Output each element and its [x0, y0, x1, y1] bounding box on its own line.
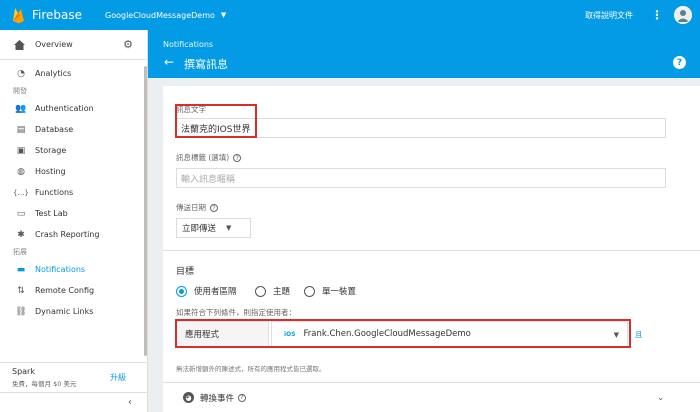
hint-text: 無法新增額外的陳述式，所有的應用程式皆已選取。 — [176, 365, 326, 373]
sidebar-item-label: Database — [35, 125, 74, 134]
sidebar-item-label: Crash Reporting — [35, 230, 100, 239]
and-button[interactable]: 且 — [635, 329, 643, 340]
sidebar-item-crash-reporting[interactable]: ✱ Crash Reporting — [0, 224, 147, 245]
account-icon — [677, 10, 689, 22]
sidebar-item-label: Test Lab — [35, 209, 68, 218]
people-icon: 👥 — [15, 103, 27, 114]
help-icon[interactable]: ? — [673, 56, 686, 69]
radio-label: 使用者區隔 — [194, 287, 237, 297]
target-section-title: 目標 — [176, 267, 195, 277]
test-lab-icon: ▭ — [16, 208, 26, 219]
sidebar-item-overview[interactable]: Overview ⚙ — [0, 30, 147, 60]
message-title-label-text: 訊息標籤 (選填) — [176, 153, 230, 162]
sidebar-item-remote-config[interactable]: ⇅ Remote Config — [0, 280, 147, 301]
divider — [163, 250, 700, 251]
sidebar-item-notifications[interactable]: ▬ Notifications — [0, 259, 147, 280]
conversion-icon: ◕ — [183, 392, 194, 403]
collapse-sidebar-button[interactable]: ‹ — [0, 392, 148, 412]
sidebar-item-storage[interactable]: ▣ Storage — [0, 140, 147, 161]
sidebar: Overview ⚙ ◔ Analytics 開發 👥 Authenticati… — [0, 30, 148, 412]
info-icon[interactable]: ? — [233, 154, 242, 162]
chat-icon: ▬ — [16, 264, 26, 275]
sidebar-item-authentication[interactable]: 👥 Authentication — [0, 98, 147, 119]
chevron-left-icon: ‹ — [128, 397, 132, 408]
sidebar-item-label: Functions — [35, 188, 74, 197]
more-vert-icon[interactable]: ⋮ — [651, 8, 663, 22]
sidebar-item-label: Dynamic Links — [35, 307, 94, 316]
send-date-select[interactable]: 立即傳送 ▼ — [176, 218, 251, 238]
conversion-events-row[interactable]: ◕ 轉換事件 ? ⌄ — [163, 382, 700, 412]
radio-label: 主題 — [273, 287, 291, 297]
radio-topic[interactable]: 主題 — [255, 285, 290, 297]
plan-box: Spark 免費，每個月 $0 美元 升級 — [0, 362, 148, 390]
info-icon[interactable]: ? — [210, 204, 218, 212]
message-title-input[interactable]: 輸入訊息暱稱 — [176, 168, 666, 188]
project-selector[interactable]: GoogleCloudMessageDemo ▼ — [105, 11, 226, 20]
highlight-box-app-condition — [175, 319, 631, 348]
upgrade-button[interactable]: 升級 — [110, 372, 126, 383]
sidebar-item-hosting[interactable]: ◍ Hosting — [0, 161, 147, 182]
sidebar-item-label: Notifications — [35, 265, 86, 274]
sidebar-scrollbar[interactable] — [144, 66, 147, 356]
sidebar-item-label: Analytics — [35, 69, 72, 78]
radio-dot — [176, 285, 187, 297]
project-name: GoogleCloudMessageDemo — [105, 10, 215, 20]
conversion-label: 轉換事件 — [200, 393, 235, 404]
send-date-label-text: 傳送日期 — [176, 203, 206, 212]
caret-down-icon: ▼ — [220, 11, 227, 19]
functions-icon: {…} — [13, 188, 29, 197]
gear-icon[interactable]: ⚙ — [123, 38, 133, 51]
sidebar-item-dynamic-links[interactable]: ⛓ Dynamic Links — [0, 301, 147, 322]
top-app-bar: Firebase GoogleCloudMessageDemo ▼ 取得說明文件… — [0, 0, 700, 30]
send-date-label: 傳送日期? — [176, 202, 218, 213]
sidebar-item-label: Authentication — [35, 104, 94, 113]
link-icon: ⛓ — [15, 306, 27, 317]
globe-icon: ◍ — [17, 166, 25, 177]
condition-label: 如果符合下列條件，則指定使用者： — [176, 308, 296, 317]
sidebar-item-label: Hosting — [35, 167, 66, 176]
brand-name: Firebase — [32, 8, 83, 22]
radio-label: 單一裝置 — [322, 287, 357, 297]
bug-icon: ✱ — [17, 229, 25, 240]
home-icon — [14, 39, 25, 50]
firebase-flame-icon — [13, 8, 24, 24]
page-header: Notifications ← 撰寫訊息 ? — [148, 30, 700, 78]
sidebar-item-functions[interactable]: {…} Functions — [0, 182, 147, 203]
radio-dot — [255, 285, 266, 297]
help-docs-link[interactable]: 取得說明文件 — [585, 10, 633, 21]
radio-user-segment[interactable]: 使用者區隔 — [176, 285, 237, 297]
sidebar-item-analytics[interactable]: ◔ Analytics — [0, 63, 147, 84]
sidebar-item-database[interactable]: ▤ Database — [0, 119, 147, 140]
caret-down-icon: ▼ — [226, 224, 232, 232]
database-icon: ▤ — [16, 124, 26, 135]
radio-dot — [304, 285, 315, 297]
page-title: 撰寫訊息 — [184, 58, 228, 71]
avatar[interactable] — [674, 6, 692, 24]
sidebar-item-label: Remote Config — [35, 286, 95, 295]
section-label-grow: 拓展 — [13, 248, 27, 256]
photo-icon: ▣ — [16, 145, 26, 156]
chevron-down-icon: ⌄ — [657, 393, 664, 402]
send-date-value: 立即傳送 — [182, 224, 217, 234]
radio-single-device[interactable]: 單一裝置 — [304, 285, 356, 297]
sidebar-item-label: Overview — [35, 40, 73, 49]
info-icon[interactable]: ? — [238, 393, 247, 402]
breadcrumb[interactable]: Notifications — [163, 40, 213, 49]
message-title-label: 訊息標籤 (選填)? — [176, 152, 242, 163]
sidebar-item-label: Storage — [35, 146, 67, 155]
section-label-develop: 開發 — [13, 87, 27, 95]
sidebar-item-test-lab[interactable]: ▭ Test Lab — [0, 203, 147, 224]
arrow-back-icon[interactable]: ← — [164, 55, 174, 69]
remote-config-icon: ⇅ — [17, 285, 25, 296]
highlight-box-message-text — [175, 104, 257, 138]
chart-icon: ◔ — [17, 68, 25, 79]
